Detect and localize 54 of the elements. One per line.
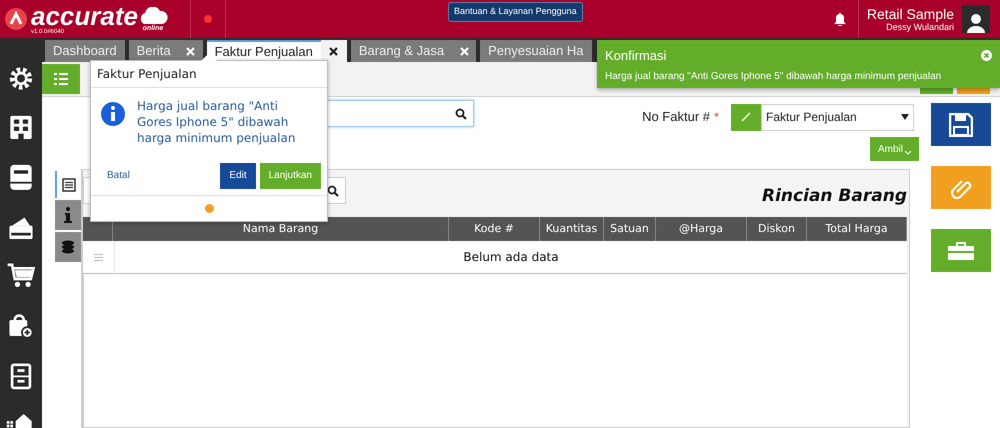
- info-icon: [64, 207, 72, 223]
- bell-icon[interactable]: [834, 12, 846, 26]
- pencil-icon: [741, 112, 751, 122]
- bag-add-icon[interactable]: [7, 312, 35, 340]
- search-icon: [455, 108, 467, 120]
- tab-close-button[interactable]: [452, 40, 476, 62]
- gear-wrench-icon[interactable]: [7, 66, 35, 91]
- list-menu-button[interactable]: [42, 64, 80, 94]
- info-icon: [101, 102, 125, 126]
- chevron-down-icon: [905, 151, 911, 155]
- panel-title: Rincian Barang: [762, 185, 907, 208]
- empty-message: Belum ada data: [463, 249, 559, 266]
- user-avatar[interactable]: [962, 5, 990, 33]
- briefcase-icon: [948, 242, 974, 260]
- close-icon: [460, 46, 469, 56]
- logo-icon: [4, 7, 28, 31]
- coin-stack-icon: [61, 240, 75, 254]
- tab[interactable]: Dashboard: [45, 40, 125, 62]
- invoice-type-select[interactable]: Faktur Penjualan: [761, 104, 914, 130]
- side-tab[interactable]: [55, 200, 81, 230]
- document-list-icon: [62, 178, 76, 192]
- company-name: Retail Sample: [866, 6, 954, 20]
- tab[interactable]: Barang & Jasa: [350, 40, 452, 62]
- person-icon: [967, 13, 985, 33]
- tab[interactable]: Berita: [128, 40, 179, 62]
- tab[interactable]: Penyesuaian Ha: [480, 40, 592, 62]
- toast-message: Harga jual barang "Anti Gores Iphone 5" dibawah harga minimum penjualan: [605, 70, 942, 84]
- tools-button[interactable]: [931, 229, 991, 272]
- popup-message: Harga jual barang "Anti Gores Iphone 5" dibawah harga minimum penjualan: [137, 98, 296, 147]
- close-icon: [329, 46, 338, 56]
- drag-handle-icon[interactable]: [94, 254, 103, 260]
- cancel-link[interactable]: Batal: [107, 168, 130, 183]
- dropdown-arrow-icon: [901, 114, 909, 120]
- cabinet-icon[interactable]: [9, 363, 33, 390]
- close-icon: [186, 46, 196, 56]
- user-name: Dessy Wulandari: [886, 22, 954, 32]
- cart-icon[interactable]: [6, 263, 36, 288]
- required-mark: *: [714, 110, 719, 124]
- popup-title: Faktur Penjualan: [97, 66, 197, 83]
- help-button[interactable]: Bantuan & Layanan Pengguna: [448, 2, 583, 22]
- search-icon: [327, 184, 339, 196]
- close-icon[interactable]: [981, 50, 992, 62]
- list-icon: [54, 73, 68, 85]
- logo-text: accurate: [31, 4, 138, 28]
- building-icon[interactable]: [8, 114, 34, 140]
- invoice-number-label: No Faktur #: [642, 108, 710, 126]
- save-button[interactable]: [931, 103, 991, 146]
- fetch-button[interactable]: Ambil: [870, 137, 919, 161]
- tab-close-button[interactable]: [320, 40, 347, 62]
- side-tab[interactable]: [55, 232, 81, 262]
- edit-button[interactable]: Edit: [220, 162, 256, 188]
- continue-button[interactable]: Lanjutkan: [260, 162, 321, 188]
- toast-title: Konfirmasi: [605, 47, 666, 65]
- book-icon[interactable]: [8, 164, 34, 191]
